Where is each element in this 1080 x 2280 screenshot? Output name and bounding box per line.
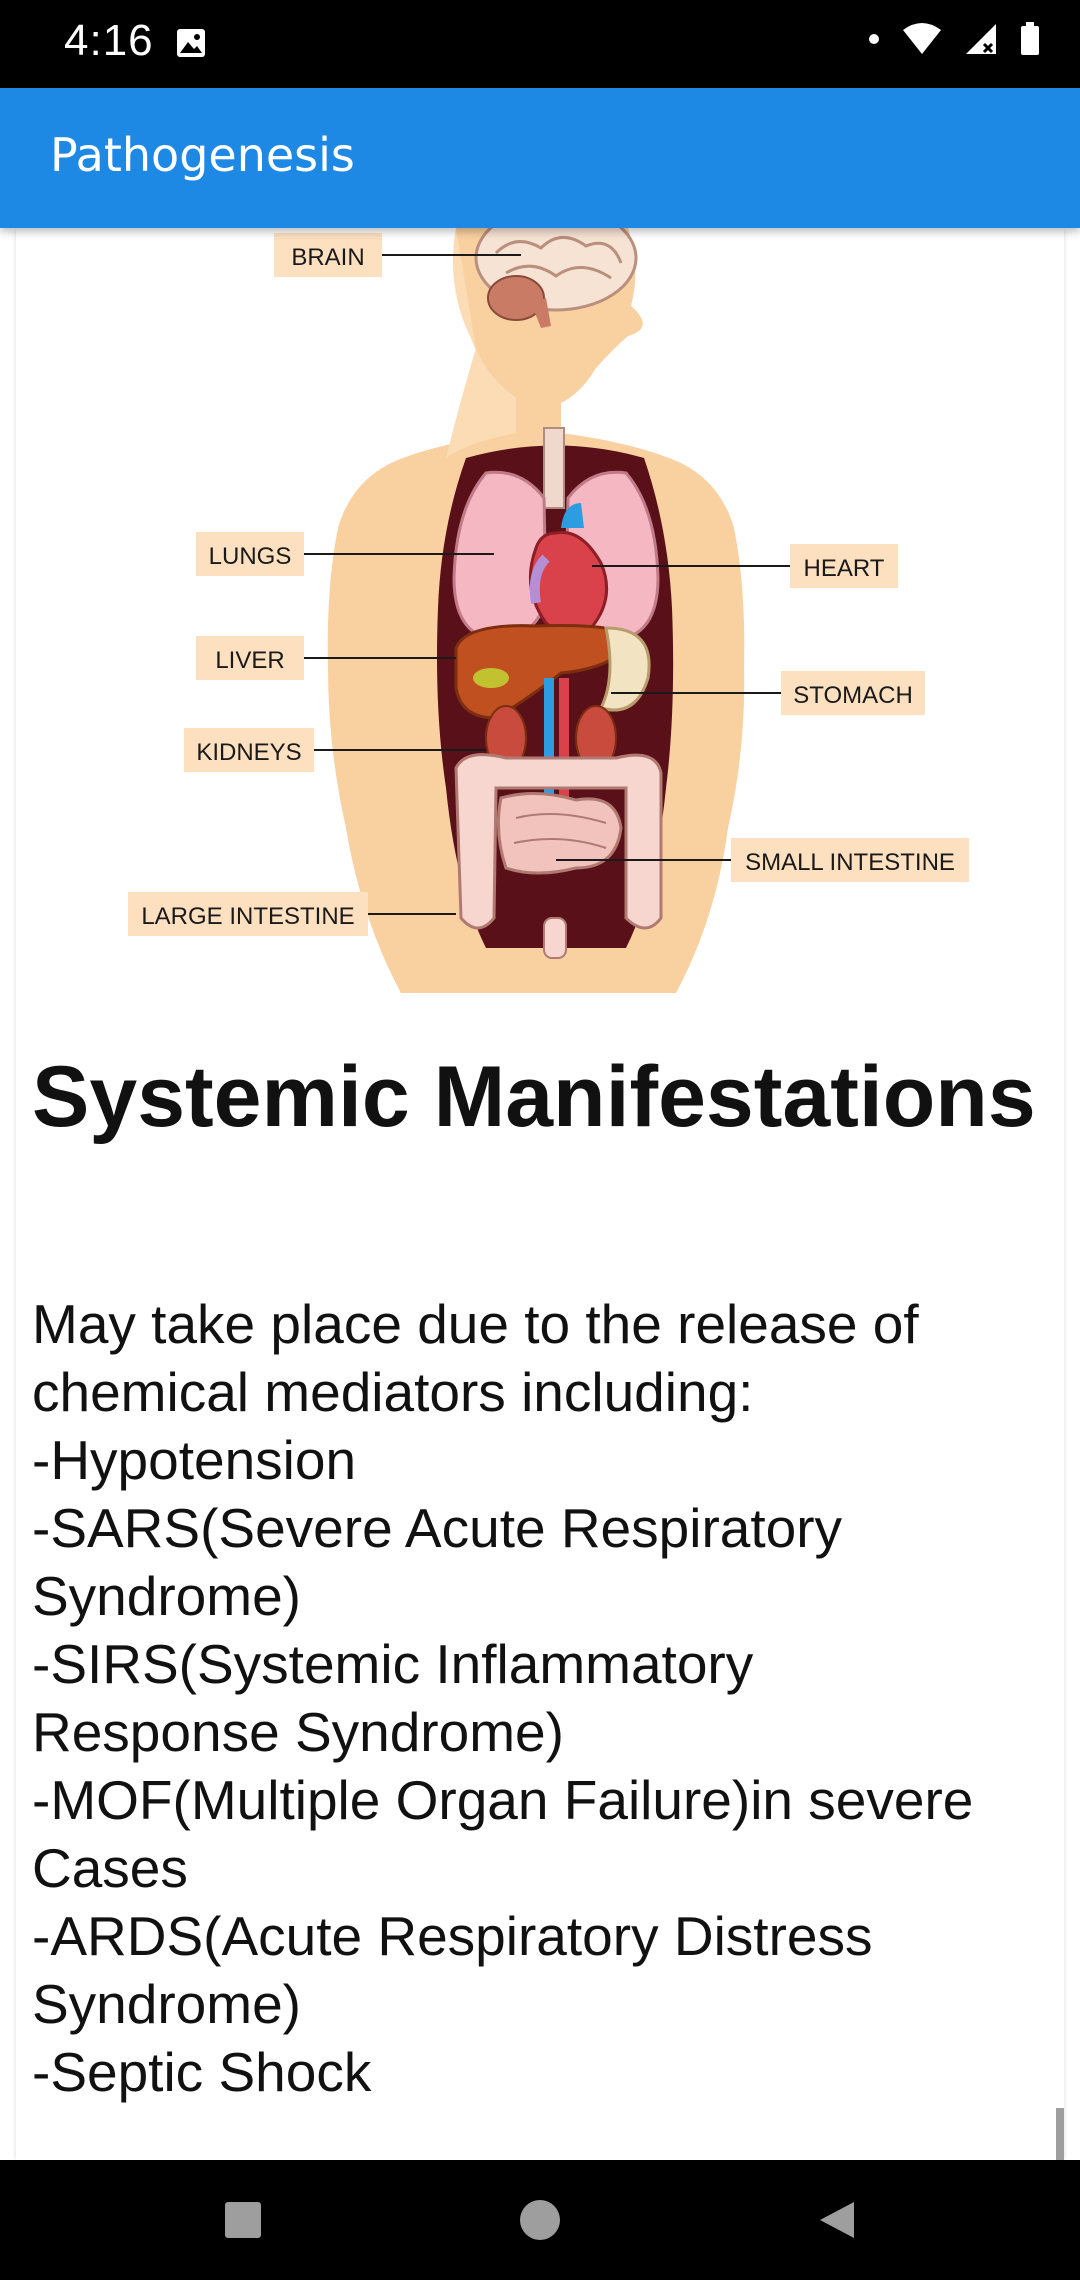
status-time: 4:16 <box>64 16 154 65</box>
text-line: -SIRS(Systemic Inflammatory <box>32 1633 754 1695</box>
text-line: -Hypotension <box>32 1429 357 1491</box>
text-line: -ARDS(Acute Respiratory Distress <box>32 1905 873 1967</box>
app-title: Pathogenesis <box>50 128 355 182</box>
manifestations-text: May take place due to the release of che… <box>32 1290 1052 2106</box>
text-line: -SARS(Severe Acute Respiratory <box>32 1497 843 1559</box>
text-line: chemical mediators including: <box>32 1361 754 1423</box>
status-bar: 4:16 <box>0 0 1080 88</box>
content-scroll-area[interactable]: BRAIN LUNGS HEART LIVER STOMACH KIDNEYS … <box>16 228 1064 2160</box>
home-button[interactable] <box>480 2160 600 2280</box>
scrollbar-thumb[interactable] <box>1056 2108 1064 2160</box>
navigation-bar <box>0 2160 1080 2280</box>
label-heart: HEART <box>790 544 898 588</box>
svg-text:BRAIN: BRAIN <box>291 244 364 271</box>
app-bar: Pathogenesis <box>0 88 1080 228</box>
wifi-icon <box>903 23 941 54</box>
svg-text:SMALL INTESTINE: SMALL INTESTINE <box>745 849 955 876</box>
back-triangle-icon <box>820 2202 854 2238</box>
svg-text:LIVER: LIVER <box>215 647 284 674</box>
text-line: May take place due to the release of <box>32 1293 919 1355</box>
svg-text:LARGE INTESTINE: LARGE INTESTINE <box>141 903 354 930</box>
text-line: -Septic Shock <box>32 2041 372 2103</box>
battery-icon <box>1021 22 1039 55</box>
text-line: Syndrome) <box>32 1973 301 2035</box>
status-icons <box>868 22 1040 56</box>
label-liver: LIVER <box>196 636 304 680</box>
svg-text:STOMACH: STOMACH <box>793 682 913 709</box>
square-icon <box>225 2202 261 2238</box>
circle-icon <box>520 2200 560 2240</box>
text-line: Cases <box>32 1837 188 1899</box>
text-line: -MOF(Multiple Organ Failure)in severe <box>32 1769 974 1831</box>
photo-icon <box>177 29 205 57</box>
dot-icon <box>869 34 879 44</box>
label-large-intestine: LARGE INTESTINE <box>128 892 368 936</box>
svg-text:LUNGS: LUNGS <box>209 543 292 570</box>
signal-icon <box>966 24 996 54</box>
text-line: Response Syndrome) <box>32 1701 564 1763</box>
recents-button[interactable] <box>183 2160 303 2280</box>
label-kidneys: KIDNEYS <box>184 728 314 772</box>
label-small-intestine: SMALL INTESTINE <box>731 838 969 882</box>
svg-text:HEART: HEART <box>804 555 885 582</box>
human-organs-illustration: BRAIN LUNGS HEART LIVER STOMACH KIDNEYS … <box>128 228 969 993</box>
svg-text:KIDNEYS: KIDNEYS <box>196 739 301 766</box>
label-lungs: LUNGS <box>196 532 304 576</box>
label-stomach: STOMACH <box>781 671 925 715</box>
label-brain: BRAIN <box>274 233 382 277</box>
back-button[interactable] <box>777 2160 897 2280</box>
text-line: Syndrome) <box>32 1565 301 1627</box>
section-heading: Systemic Manifestations <box>32 1049 1036 1145</box>
